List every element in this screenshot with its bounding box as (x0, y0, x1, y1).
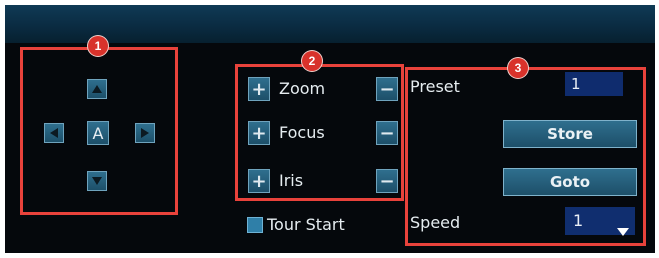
annotation-badge-3: 3 (508, 58, 528, 78)
lens-group-highlight (235, 64, 404, 201)
badge-3-number: 3 (514, 61, 522, 75)
annotation-badge-2: 2 (302, 51, 322, 71)
annotation-badge-1: 1 (88, 36, 108, 56)
tour-start-checkbox[interactable] (247, 217, 263, 233)
badge-2-number: 2 (308, 54, 316, 68)
preset-group-highlight (405, 67, 646, 246)
badge-1-number: 1 (94, 39, 102, 53)
tour-start-label: Tour Start (267, 215, 345, 234)
direction-group-highlight (20, 47, 178, 215)
